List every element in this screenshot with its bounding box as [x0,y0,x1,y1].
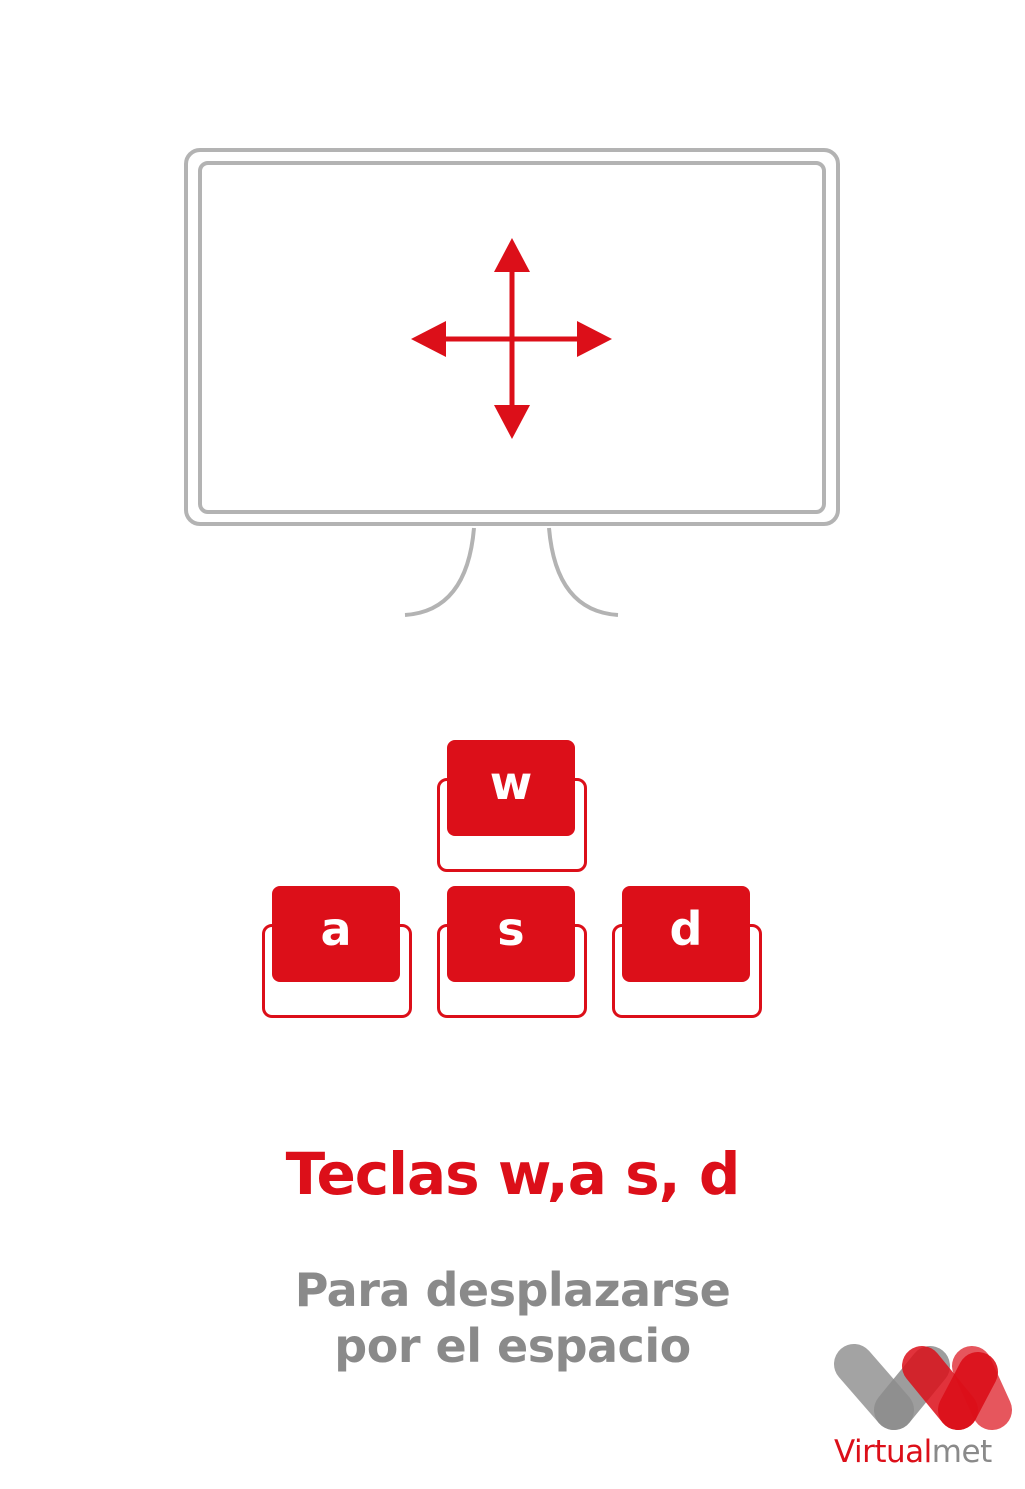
logo-text: Virtualmet [834,1432,992,1472]
key-w-label: w [447,740,575,836]
key-d: d [612,886,762,1018]
key-d-label: d [622,886,750,982]
key-s: s [437,886,587,1018]
logo-text-part-2: met [931,1434,992,1470]
four-way-arrow-icon [411,238,612,439]
key-w: w [437,740,587,872]
virtualmet-logo: Virtualmet [828,1340,1018,1480]
key-a-label: a [272,886,400,982]
key-a: a [262,886,412,1018]
subtitle-line-1: Para desplazarse [294,1263,731,1317]
page-title: Teclas w,a s, d [285,1140,741,1208]
monitor-icon [184,148,840,617]
key-s-label: s [447,886,575,982]
logo-text-part-1: Virtual [834,1434,932,1470]
virtualmet-logo-icon [834,1344,1012,1430]
